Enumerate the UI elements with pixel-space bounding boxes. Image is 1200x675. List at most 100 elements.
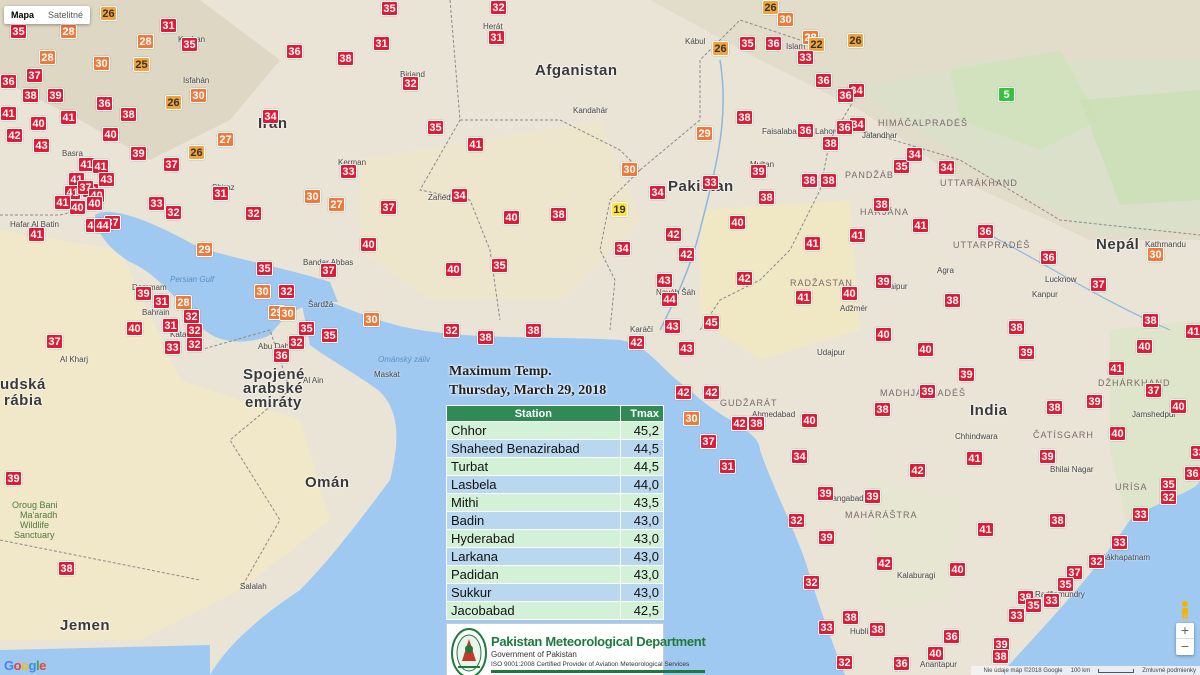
temperature-marker[interactable]: 36 bbox=[765, 36, 782, 51]
temperature-marker[interactable]: 36 bbox=[0, 74, 17, 89]
temperature-marker[interactable]: 32 bbox=[186, 323, 203, 338]
temperature-marker[interactable]: 26 bbox=[165, 95, 182, 110]
temperature-marker[interactable]: 31 bbox=[488, 30, 505, 45]
temperature-marker[interactable]: 41 bbox=[467, 137, 484, 152]
temperature-marker[interactable]: 33 bbox=[818, 620, 835, 635]
temperature-marker[interactable]: 40 bbox=[927, 646, 944, 661]
temperature-marker[interactable]: 38 bbox=[120, 107, 137, 122]
temperature-marker[interactable]: 35 bbox=[181, 37, 198, 52]
temperature-marker[interactable]: 38 bbox=[1046, 400, 1063, 415]
temperature-marker[interactable]: 30 bbox=[279, 306, 296, 321]
temperature-marker[interactable]: 32 bbox=[490, 0, 507, 15]
temperature-marker[interactable]: 33 bbox=[1043, 593, 1060, 608]
temperature-marker[interactable]: 37 bbox=[380, 200, 397, 215]
temperature-marker[interactable]: 32 bbox=[803, 575, 820, 590]
temperature-marker[interactable]: 40 bbox=[445, 262, 462, 277]
temperature-marker[interactable]: 40 bbox=[102, 127, 119, 142]
temperature-marker[interactable]: 43 bbox=[656, 273, 673, 288]
temperature-marker[interactable]: 31 bbox=[212, 186, 229, 201]
temperature-marker[interactable]: 37 bbox=[700, 434, 717, 449]
temperature-marker[interactable]: 27 bbox=[217, 132, 234, 147]
temperature-marker[interactable]: 36 bbox=[836, 120, 853, 135]
temperature-marker[interactable]: 41 bbox=[795, 290, 812, 305]
temperature-marker[interactable]: 39 bbox=[919, 384, 936, 399]
temperature-marker[interactable]: 30 bbox=[93, 56, 110, 71]
temperature-marker[interactable]: 42 bbox=[876, 556, 893, 571]
temperature-marker[interactable]: 28 bbox=[175, 295, 192, 310]
temperature-marker[interactable]: 32 bbox=[788, 513, 805, 528]
temperature-marker[interactable]: 39 bbox=[1039, 449, 1056, 464]
scale-label[interactable]: 100 km bbox=[1071, 668, 1091, 674]
temperature-marker[interactable]: 42 bbox=[628, 335, 645, 350]
temperature-marker[interactable]: 42 bbox=[731, 416, 748, 431]
zoom-control[interactable]: + − bbox=[1176, 623, 1194, 655]
temperature-marker[interactable]: 43 bbox=[678, 341, 695, 356]
temperature-marker[interactable]: 32 bbox=[443, 323, 460, 338]
temperature-marker[interactable]: 42 bbox=[675, 385, 692, 400]
temperature-marker[interactable]: 40 bbox=[801, 413, 818, 428]
temperature-marker[interactable]: 35 bbox=[1057, 577, 1074, 592]
temperature-marker[interactable]: 39 bbox=[875, 274, 892, 289]
temperature-marker[interactable]: 41 bbox=[977, 522, 994, 537]
temperature-marker[interactable]: 33 bbox=[1111, 535, 1128, 550]
map-data-attribution[interactable]: Nie údaje máp ©2018 Google bbox=[983, 668, 1062, 674]
temperature-marker[interactable]: 36 bbox=[1040, 250, 1057, 265]
temperature-marker[interactable]: 32 bbox=[288, 335, 305, 350]
temperature-marker[interactable]: 33 bbox=[340, 164, 357, 179]
temperature-marker[interactable]: 33 bbox=[1132, 507, 1149, 522]
temperature-marker[interactable]: 41 bbox=[966, 451, 983, 466]
temperature-marker[interactable]: 44 bbox=[661, 292, 678, 307]
temperature-marker[interactable]: 32 bbox=[1160, 490, 1177, 505]
temperature-marker[interactable]: 41 bbox=[804, 236, 821, 251]
temperature-marker[interactable]: 29 bbox=[696, 126, 713, 141]
temperature-marker[interactable]: 36 bbox=[797, 123, 814, 138]
temperature-marker[interactable]: 33 bbox=[702, 175, 719, 190]
temperature-marker[interactable]: 39 bbox=[1018, 345, 1035, 360]
temperature-marker[interactable]: 42 bbox=[703, 385, 720, 400]
temperature-marker[interactable]: 40 bbox=[1136, 339, 1153, 354]
temperature-marker[interactable]: 41 bbox=[1185, 324, 1200, 339]
street-view-pegman-icon[interactable] bbox=[1178, 600, 1192, 620]
temperature-marker[interactable]: 38 bbox=[992, 649, 1009, 664]
temperature-marker[interactable]: 40 bbox=[86, 196, 103, 211]
temperature-marker[interactable]: 43 bbox=[664, 319, 681, 334]
temperature-marker[interactable]: 40 bbox=[360, 237, 377, 252]
temperature-marker[interactable]: 39 bbox=[1086, 394, 1103, 409]
temperature-marker[interactable]: 32 bbox=[402, 76, 419, 91]
temperature-marker[interactable]: 40 bbox=[1170, 399, 1187, 414]
temperature-marker[interactable]: 42 bbox=[736, 271, 753, 286]
temperature-marker[interactable]: 32 bbox=[245, 206, 262, 221]
temperature-marker[interactable]: 36 bbox=[837, 88, 854, 103]
temperature-marker[interactable]: 35 bbox=[427, 120, 444, 135]
temperature-marker[interactable]: 42 bbox=[678, 247, 695, 262]
temperature-marker[interactable]: 28 bbox=[39, 50, 56, 65]
temperature-marker[interactable]: 34 bbox=[938, 160, 955, 175]
temperature-marker[interactable]: 36 bbox=[977, 224, 994, 239]
temperature-marker[interactable]: 35 bbox=[298, 321, 315, 336]
temperature-marker[interactable]: 38 bbox=[525, 323, 542, 338]
temperature-marker[interactable]: 26 bbox=[712, 41, 729, 56]
temperature-marker[interactable]: 38 bbox=[874, 402, 891, 417]
temperature-marker[interactable]: 40 bbox=[69, 200, 86, 215]
temperature-marker[interactable]: 27 bbox=[328, 197, 345, 212]
temperature-marker[interactable]: 35 bbox=[321, 328, 338, 343]
temperature-marker[interactable]: 39 bbox=[958, 367, 975, 382]
temperature-marker[interactable]: 39 bbox=[818, 530, 835, 545]
temperature-marker[interactable]: 34 bbox=[614, 241, 631, 256]
temperature-marker[interactable]: 40 bbox=[917, 342, 934, 357]
temperature-marker[interactable]: 38 bbox=[1008, 320, 1025, 335]
map-type-map-button[interactable]: Mapa bbox=[4, 6, 41, 24]
temperature-marker[interactable]: 32 bbox=[278, 284, 295, 299]
temperature-marker[interactable]: 40 bbox=[503, 210, 520, 225]
temperature-marker[interactable]: 30 bbox=[363, 312, 380, 327]
temperature-marker[interactable]: 34 bbox=[791, 449, 808, 464]
temperature-marker[interactable]: 37 bbox=[1090, 277, 1107, 292]
temperature-marker[interactable]: 32 bbox=[165, 205, 182, 220]
temperature-marker[interactable]: 35 bbox=[1025, 598, 1042, 613]
temperature-marker[interactable]: 41 bbox=[849, 228, 866, 243]
temperature-marker[interactable]: 39 bbox=[750, 164, 767, 179]
temperature-marker[interactable]: 39 bbox=[47, 88, 64, 103]
terms-link[interactable]: Zmluvné podmienky bbox=[1142, 668, 1196, 674]
temperature-marker[interactable]: 30 bbox=[683, 411, 700, 426]
temperature-marker[interactable]: 5 bbox=[998, 87, 1015, 102]
